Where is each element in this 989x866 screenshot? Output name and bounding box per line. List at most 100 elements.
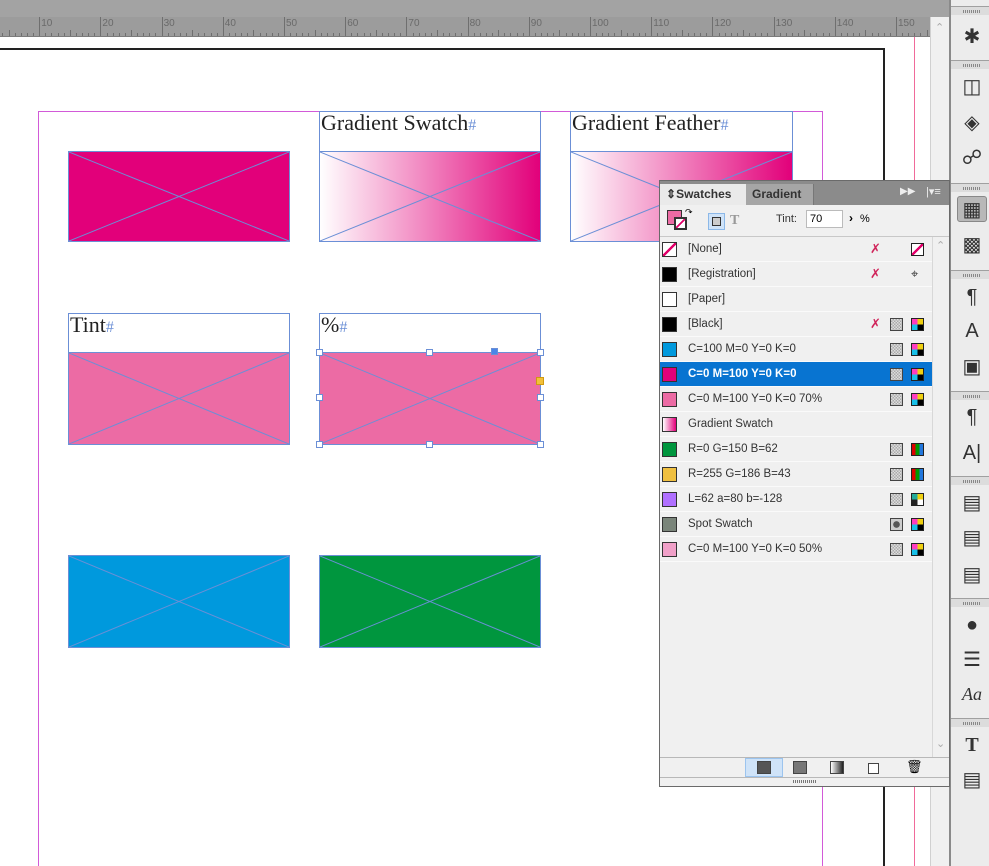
scroll-up-icon[interactable]: ⌃ xyxy=(935,21,944,34)
percent-frame-selected[interactable] xyxy=(319,352,541,445)
text-button[interactable]: T xyxy=(730,213,739,229)
dock-group-grip[interactable] xyxy=(951,476,989,485)
collapse-icon[interactable]: ▶▶ xyxy=(900,186,915,197)
text-variable-icon[interactable]: T xyxy=(957,732,987,758)
selection-handle[interactable] xyxy=(316,394,323,401)
character-icon[interactable]: A| xyxy=(957,440,987,466)
panel-resize-grip[interactable] xyxy=(660,777,949,786)
magenta-frame[interactable] xyxy=(68,151,290,242)
ruler-tick xyxy=(467,17,469,36)
cyan-frame[interactable] xyxy=(68,555,290,648)
panel-dock: ✱ ◫ ◈ ☍ ▦ ▩ ¶ A ▣ ¶ A| ▤ ▤ ▤ ● ☰ Aa T ▤ xyxy=(949,0,989,866)
ruler-tick xyxy=(896,17,897,36)
selection-handle[interactable] xyxy=(537,349,544,356)
swatch-chip xyxy=(662,242,677,257)
swatch-list-scrollbar[interactable]: ⌃ ⌄ xyxy=(932,237,949,757)
tint-slider-arrow[interactable]: › xyxy=(849,211,853,225)
tab-swatches[interactable]: ⇕Swatches xyxy=(660,184,746,205)
show-all-swatches-button[interactable] xyxy=(745,758,783,777)
delete-swatch-icon[interactable]: 🗑 xyxy=(906,759,923,775)
ruler-tick xyxy=(216,33,218,36)
stroke-styles-icon[interactable]: ☰ xyxy=(957,647,987,673)
swatch-row[interactable]: Spot Swatch xyxy=(660,512,932,537)
ruler-tick xyxy=(57,33,59,36)
tint-label-frame[interactable]: Tint# xyxy=(68,313,290,353)
swatch-row[interactable]: [Black] ✗ xyxy=(660,312,932,337)
swatch-row[interactable]: R=0 G=150 B=62 xyxy=(660,437,932,462)
swatch-row[interactable]: C=0 M=100 Y=0 K=0 xyxy=(660,362,932,387)
dock-group-grip[interactable] xyxy=(951,391,989,400)
gradient-feather-label-frame[interactable]: Gradient Feather# xyxy=(570,111,793,152)
show-color-swatches-button[interactable] xyxy=(793,761,807,774)
out-port[interactable] xyxy=(536,377,544,385)
paragraph-icon[interactable]: ¶ xyxy=(957,404,987,430)
layers-icon[interactable]: ◈ xyxy=(957,110,987,136)
stroke-icon[interactable]: ✱ xyxy=(957,24,987,50)
pages-icon[interactable]: ◫ xyxy=(957,74,987,100)
gradient-swatch-frame[interactable] xyxy=(319,151,541,242)
ruler-tick xyxy=(736,33,738,36)
dock-group-grip[interactable] xyxy=(951,718,989,727)
story-icon[interactable]: ▤ xyxy=(957,767,987,793)
tab-gradient[interactable]: Gradient xyxy=(746,184,814,205)
swatch-row[interactable]: C=0 M=100 Y=0 K=0 50% xyxy=(660,537,932,562)
paragraph-styles-icon[interactable]: ¶ xyxy=(957,284,987,310)
ruler-tick xyxy=(124,33,126,36)
new-swatch-button[interactable] xyxy=(868,763,879,774)
swatches-icon[interactable]: ▦ xyxy=(957,196,987,222)
gradient-icon[interactable]: ▩ xyxy=(957,232,987,258)
cmyk-mode-icon xyxy=(911,368,924,381)
table-icon[interactable]: ▤ xyxy=(957,490,987,516)
object-styles-icon[interactable]: ▣ xyxy=(957,354,987,380)
swatch-row[interactable]: R=255 G=186 B=43 xyxy=(660,462,932,487)
selection-handle[interactable] xyxy=(316,349,323,356)
selection-handle[interactable] xyxy=(426,349,433,356)
ruler-tick xyxy=(400,33,402,36)
green-frame[interactable] xyxy=(319,555,541,648)
selection-handle[interactable] xyxy=(426,441,433,448)
ruler-tick xyxy=(614,33,616,36)
selection-handle[interactable] xyxy=(537,394,544,401)
dock-group-grip[interactable] xyxy=(951,183,989,192)
dock-group-grip[interactable] xyxy=(951,270,989,279)
swatches-panel: ⇕Swatches Gradient ▶▶ |▾≡ ↷ T Tint: › % … xyxy=(659,180,950,787)
ruler-tick xyxy=(687,33,689,36)
dock-group-grip[interactable] xyxy=(951,598,989,607)
tint-input[interactable] xyxy=(806,210,843,228)
container-button[interactable] xyxy=(708,213,725,230)
text-wrap-icon[interactable]: ● xyxy=(957,612,987,638)
swatch-row[interactable]: Gradient Swatch xyxy=(660,412,932,437)
swatch-row[interactable]: L=62 a=80 b=-128 xyxy=(660,487,932,512)
cell-styles-icon[interactable]: ▤ xyxy=(957,562,987,588)
swatch-row[interactable]: [Paper] xyxy=(660,287,932,312)
panel-menu-icon[interactable]: |▾≡ xyxy=(926,185,941,198)
swatch-row[interactable]: [Registration] ✗ ⌖ xyxy=(660,262,932,287)
horizontal-ruler[interactable]: 10 20 30 40 50 60 70 80 90 100 110 120 130 140 150 xyxy=(0,17,930,37)
glyphs-icon[interactable]: Aa xyxy=(957,681,987,707)
swatch-row[interactable]: C=100 M=0 Y=0 K=0 xyxy=(660,337,932,362)
swatch-row[interactable]: [None] ✗ xyxy=(660,237,932,262)
selection-handle[interactable] xyxy=(537,441,544,448)
show-gradient-swatches-button[interactable] xyxy=(830,761,844,774)
swatch-row[interactable]: C=0 M=100 Y=0 K=0 70% xyxy=(660,387,932,412)
table-styles-icon[interactable]: ▤ xyxy=(957,525,987,551)
character-styles-icon[interactable]: A xyxy=(957,318,987,344)
ruler-tick xyxy=(351,33,353,36)
anchor-handle[interactable] xyxy=(491,348,498,355)
registration-icon: ⌖ xyxy=(911,266,919,281)
scroll-down-icon[interactable]: ⌄ xyxy=(936,737,945,750)
links-icon[interactable]: ☍ xyxy=(957,145,987,171)
ruler-label: 130 xyxy=(775,18,793,29)
percent-label-frame[interactable]: %# xyxy=(319,313,541,353)
dock-group-grip[interactable] xyxy=(951,6,989,15)
swatch-chip xyxy=(662,442,677,457)
ruler-tick xyxy=(186,33,188,36)
stroke-swatch[interactable] xyxy=(674,217,687,230)
selection-handle[interactable] xyxy=(316,441,323,448)
ruler-tick xyxy=(590,17,591,36)
gradient-swatch-label-frame[interactable]: Gradient Swatch# xyxy=(319,111,541,152)
swap-icon[interactable]: ↷ xyxy=(685,207,693,218)
tint-frame[interactable] xyxy=(68,352,290,445)
dock-group-grip[interactable] xyxy=(951,60,989,69)
scroll-up-icon[interactable]: ⌃ xyxy=(936,239,945,252)
